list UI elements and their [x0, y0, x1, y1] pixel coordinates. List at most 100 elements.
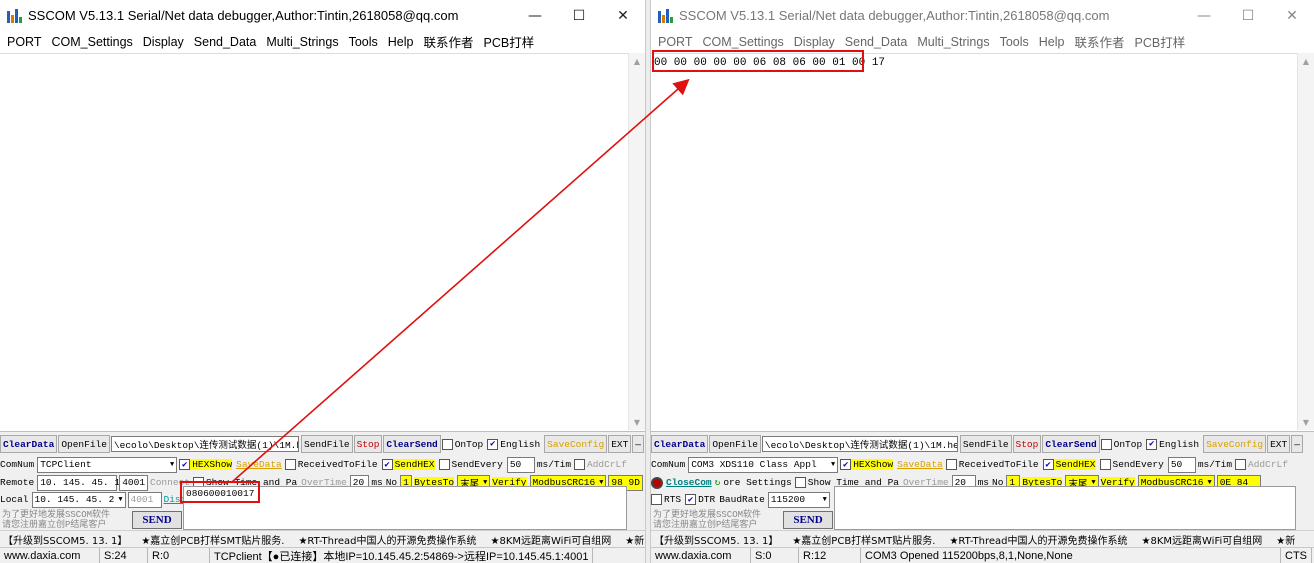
scroll-up-icon[interactable]: ▲ [1298, 53, 1314, 69]
ontop-checkbox[interactable]: OnTop [1100, 438, 1142, 450]
port-select[interactable]: COM3 XDS110 Class Appl ▼ [688, 456, 839, 473]
news-item[interactable]: 【升级到SSCOM5. 13. 1】 [3, 532, 127, 547]
file-path-field[interactable]: \ecolo\Desktop\连传测试数据(1)\1M.hex [110, 436, 299, 452]
news-item[interactable]: ★新 [1276, 532, 1295, 547]
close-com-button[interactable]: CloseCom [666, 477, 712, 488]
news-item[interactable]: ★RT-Thread中国人的开源免费操作系统 [949, 532, 1127, 547]
menu-com-settings[interactable]: COM_Settings [703, 35, 784, 49]
menu-port[interactable]: PORT [658, 35, 693, 49]
status-connection-info: TCPclient【●已连接】本地IP=10.145.45.2:54869->远… [210, 548, 594, 563]
menu-display[interactable]: Display [794, 35, 835, 49]
receive-area[interactable] [0, 53, 645, 430]
send-file-button[interactable]: SendFile [959, 435, 1012, 453]
received-to-file-checkbox[interactable]: ReceivedToFile [284, 459, 378, 470]
save-data-link[interactable]: SaveData [897, 459, 943, 470]
ontop-checkbox[interactable]: OnTop [441, 438, 483, 450]
news-item[interactable]: 【升级到SSCOM5. 13. 1】 [654, 532, 778, 547]
menu-contact-author[interactable]: 联系作者 [424, 32, 474, 51]
receive-scrollbar[interactable]: ▲ ▼ [628, 53, 645, 430]
ext-button[interactable]: EXT [608, 435, 632, 453]
menu-com-settings[interactable]: COM_Settings [52, 35, 133, 49]
menu-tools[interactable]: Tools [1000, 35, 1029, 49]
menu-display[interactable]: Display [143, 35, 184, 49]
stop-button[interactable]: Stop [353, 435, 383, 453]
minimize-button[interactable]: — [513, 0, 557, 31]
scroll-down-icon[interactable]: ▼ [629, 414, 645, 430]
send-input[interactable]: 080600010017 [183, 486, 627, 530]
hexshow-checkbox[interactable]: ✔ HEXShow [179, 459, 233, 470]
ext-button[interactable]: EXT [1267, 435, 1291, 453]
menu-multi-strings[interactable]: Multi_Strings [266, 35, 338, 49]
save-data-link[interactable]: SaveData [236, 459, 282, 470]
remote-port-field[interactable]: 4001 [119, 474, 149, 491]
collapse-button[interactable]: — [632, 435, 644, 453]
menu-pcb[interactable]: PCB打样 [484, 32, 535, 51]
open-file-button[interactable]: OpenFile [58, 435, 110, 453]
period-field[interactable]: 50 [1167, 456, 1196, 473]
local-ip-select[interactable]: 10. 145. 45. 2 ▼ [31, 491, 126, 508]
hexshow-checkbox[interactable]: ✔ HEXShow [840, 459, 894, 470]
baudrate-select[interactable]: 115200 ▼ [767, 491, 830, 508]
clear-send-button[interactable]: ClearSend [383, 435, 441, 453]
send-input[interactable] [834, 486, 1296, 530]
received-to-file-checkbox[interactable]: ReceivedToFile [945, 459, 1039, 470]
stop-button[interactable]: Stop [1012, 435, 1042, 453]
receive-scrollbar[interactable]: ▲ ▼ [1297, 53, 1314, 430]
send-every-checkbox[interactable]: SendEvery [1099, 459, 1164, 470]
scroll-down-icon[interactable]: ▼ [1298, 414, 1314, 430]
menu-multi-strings[interactable]: Multi_Strings [917, 35, 989, 49]
remote-ip-field[interactable]: 10. 145. 45. 1 [37, 474, 120, 491]
open-file-button[interactable]: OpenFile [709, 435, 761, 453]
menu-send-data[interactable]: Send_Data [194, 35, 257, 49]
add-crlf-checkbox[interactable]: AddCrLf [1235, 459, 1288, 470]
news-item[interactable]: ★8KM远距离WiFi可自组网 [1142, 532, 1263, 547]
english-checkbox[interactable]: ✔ English [1146, 438, 1199, 450]
clear-send-button[interactable]: ClearSend [1042, 435, 1100, 453]
menu-tools[interactable]: Tools [349, 35, 378, 49]
promo-line: 请您注册嘉立创P结尾客户 [2, 520, 107, 530]
send-button[interactable]: SEND [132, 511, 182, 529]
save-config-button[interactable]: SaveConfig [1203, 435, 1267, 453]
send-button[interactable]: SEND [783, 511, 833, 529]
status-website[interactable]: www.daxia.com [0, 548, 100, 563]
maximize-button[interactable]: ☐ [557, 0, 601, 31]
scroll-up-icon[interactable]: ▲ [629, 53, 645, 69]
menu-send-data[interactable]: Send_Data [845, 35, 908, 49]
menu-help[interactable]: Help [1039, 35, 1065, 49]
send-file-button[interactable]: SendFile [301, 435, 353, 453]
refresh-icon[interactable]: ↻ [715, 477, 721, 488]
menu-contact-author[interactable]: 联系作者 [1075, 32, 1125, 51]
close-button[interactable]: ✕ [601, 0, 645, 31]
collapse-button[interactable]: — [1291, 435, 1303, 453]
clear-data-button[interactable]: ClearData [651, 435, 709, 453]
dtr-checkbox[interactable]: ✔ DTR [685, 494, 715, 505]
menu-help[interactable]: Help [388, 35, 414, 49]
close-button[interactable]: ✕ [1270, 0, 1314, 31]
news-item[interactable]: ★嘉立创PCB打样SMT贴片服务. [792, 532, 935, 547]
add-crlf-checkbox[interactable]: AddCrLf [574, 459, 627, 470]
news-item[interactable]: ★嘉立创PCB打样SMT贴片服务. [141, 532, 284, 547]
maximize-button[interactable]: ☐ [1226, 0, 1270, 31]
clear-data-button[interactable]: ClearData [0, 435, 58, 453]
news-item[interactable]: ★RT-Thread中国人的开源免费操作系统 [298, 532, 476, 547]
file-path-field[interactable]: \ecolo\Desktop\连传测试数据(1)\1M.hex [761, 436, 958, 452]
save-config-button[interactable]: SaveConfig [544, 435, 608, 453]
news-item[interactable]: ★8KM远距离WiFi可自组网 [491, 532, 612, 547]
sscom-window-right: SSCOM V5.13.1 Serial/Net data debugger,A… [651, 0, 1314, 563]
menu-pcb[interactable]: PCB打样 [1135, 32, 1186, 51]
period-field[interactable]: 50 [506, 456, 535, 473]
receive-area[interactable]: 00 00 00 00 00 06 08 06 00 01 00 17 [651, 53, 1314, 430]
more-settings-button[interactable]: ore Settings [723, 477, 791, 488]
news-item[interactable]: ★新 [625, 532, 644, 547]
status-website[interactable]: www.daxia.com [651, 548, 751, 563]
rts-checkbox[interactable]: RTS [651, 494, 681, 505]
port-select[interactable]: TCPClient ▼ [37, 456, 178, 473]
send-every-checkbox[interactable]: SendEvery [438, 459, 503, 470]
promo-text: 为了更好地发展SSCOM软件 请您注册嘉立创P结尾客户 [653, 510, 761, 530]
minimize-button[interactable]: — [1182, 0, 1226, 31]
send-hex-checkbox[interactable]: ✔ SendHEX [1042, 459, 1096, 470]
local-port-field[interactable]: 4001 [127, 491, 162, 508]
menu-port[interactable]: PORT [7, 35, 42, 49]
english-checkbox[interactable]: ✔ English [487, 438, 540, 450]
send-hex-checkbox[interactable]: ✔ SendHEX [381, 459, 435, 470]
